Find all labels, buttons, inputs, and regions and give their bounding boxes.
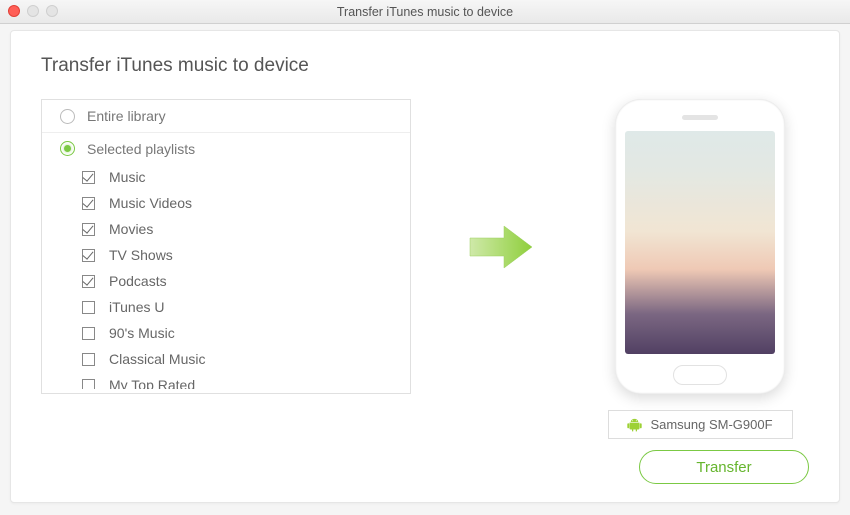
phone-home-button	[673, 365, 727, 385]
checkbox-icon	[82, 249, 95, 262]
checkbox-icon	[82, 353, 95, 366]
playlist-label: Movies	[109, 221, 153, 237]
footer: Transfer	[639, 450, 809, 484]
android-icon	[627, 417, 642, 432]
phone-speaker	[682, 115, 718, 120]
playlist-item[interactable]: My Top Rated	[82, 372, 410, 389]
playlist-label: 90's Music	[109, 325, 175, 341]
checkbox-icon	[82, 301, 95, 314]
phone-screen	[625, 131, 775, 354]
playlist-item[interactable]: iTunes U	[82, 294, 410, 320]
playlist-label: My Top Rated	[109, 377, 195, 389]
device-preview	[615, 99, 785, 394]
playlist-label: iTunes U	[109, 299, 165, 315]
checkbox-icon	[82, 223, 95, 236]
window-controls	[8, 5, 58, 17]
option-selected-playlists[interactable]: Selected playlists	[42, 132, 410, 164]
arrow-column	[421, 99, 581, 394]
zoom-icon[interactable]	[46, 5, 58, 17]
device-column: Samsung SM-G900F	[591, 99, 809, 439]
minimize-icon[interactable]	[27, 5, 39, 17]
playlist-item[interactable]: Music	[82, 164, 410, 190]
main-panel: Transfer iTunes music to device Entire l…	[10, 30, 840, 503]
playlist-item[interactable]: Music Videos	[82, 190, 410, 216]
playlist-item[interactable]: Podcasts	[82, 268, 410, 294]
arrow-right-icon	[466, 222, 536, 272]
window-title: Transfer iTunes music to device	[0, 5, 850, 19]
source-panel: Entire library Selected playlists MusicM…	[41, 99, 411, 394]
playlist-label: TV Shows	[109, 247, 173, 263]
playlist-label: Music	[109, 169, 146, 185]
playlist-label: Classical Music	[109, 351, 205, 367]
page-title: Transfer iTunes music to device	[41, 55, 809, 77]
device-name: Samsung SM-G900F	[650, 417, 772, 432]
playlist-list: Music Music Videos Movies TV Shows Podcasts i…	[42, 164, 410, 389]
option-entire-library[interactable]: Entire library	[42, 100, 410, 132]
checkbox-icon	[82, 327, 95, 340]
radio-icon	[60, 109, 75, 124]
checkbox-icon	[82, 275, 95, 288]
playlist-item[interactable]: Movies	[82, 216, 410, 242]
radio-icon	[60, 141, 75, 156]
device-label[interactable]: Samsung SM-G900F	[608, 410, 793, 439]
checkbox-icon	[82, 379, 95, 390]
option-label: Selected playlists	[87, 141, 195, 157]
titlebar: Transfer iTunes music to device	[0, 0, 850, 24]
playlist-label: Music Videos	[109, 195, 192, 211]
checkbox-icon	[82, 171, 95, 184]
content-row: Entire library Selected playlists MusicM…	[41, 99, 809, 439]
playlist-item[interactable]: Classical Music	[82, 346, 410, 372]
checkbox-icon	[82, 197, 95, 210]
playlist-item[interactable]: TV Shows	[82, 242, 410, 268]
close-icon[interactable]	[8, 5, 20, 17]
playlist-item[interactable]: 90's Music	[82, 320, 410, 346]
transfer-button[interactable]: Transfer	[639, 450, 809, 484]
playlist-label: Podcasts	[109, 273, 167, 289]
option-label: Entire library	[87, 108, 166, 124]
